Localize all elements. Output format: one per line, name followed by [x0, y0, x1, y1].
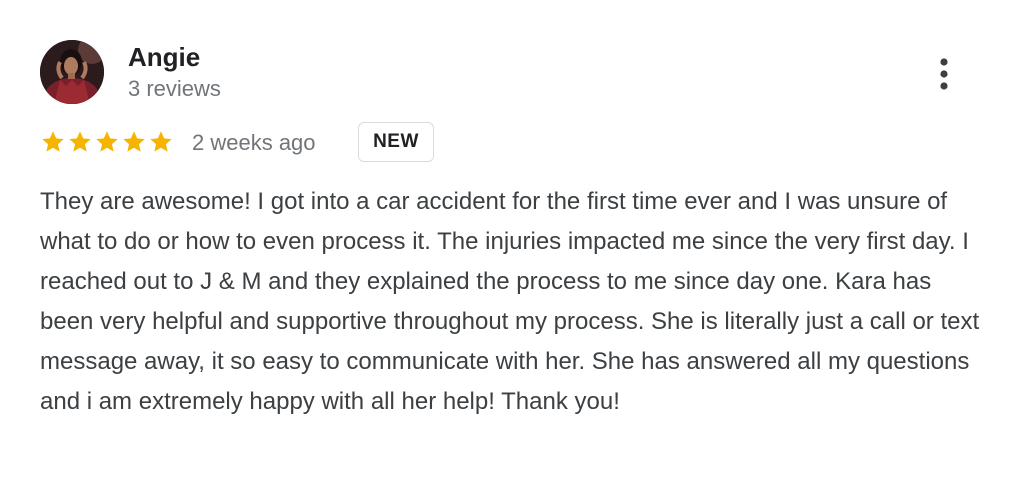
star-icon: [96, 131, 118, 152]
more-vert-icon: [940, 58, 948, 90]
author-review-count[interactable]: 3 reviews: [128, 76, 221, 102]
star-icon: [150, 131, 172, 152]
review-date: 2 weeks ago: [192, 130, 316, 155]
star-icon: [42, 131, 64, 152]
star-rating: [40, 129, 174, 157]
profile-photo-icon: [40, 40, 104, 104]
new-badge: NEW: [358, 122, 434, 162]
author-avatar[interactable]: [40, 40, 104, 104]
review-card: Angie 3 reviews 2 weeks ago NEW They are…: [0, 0, 1022, 494]
author-name[interactable]: Angie: [128, 42, 200, 72]
review-text: They are awesome! I got into a car accid…: [40, 188, 980, 415]
more-options-button[interactable]: [928, 54, 960, 94]
star-icon: [123, 131, 145, 152]
star-icon: [69, 131, 91, 152]
